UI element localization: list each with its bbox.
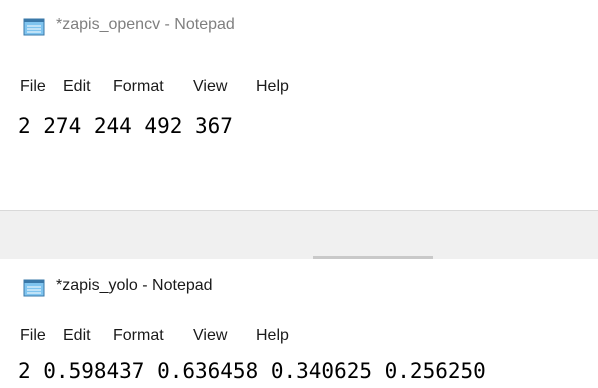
menu-view[interactable]: View bbox=[193, 327, 227, 345]
editor-content[interactable]: 2 0.598437 0.636458 0.340625 0.256250 bbox=[18, 359, 486, 383]
text-editor[interactable]: 2 0.598437 0.636458 0.340625 0.256250 bbox=[0, 357, 598, 388]
menu-format[interactable]: Format bbox=[113, 78, 164, 96]
notepad-window-opencv: *zapis_opencv - Notepad File Edit Format… bbox=[0, 0, 598, 259]
title-bar[interactable]: *zapis_opencv - Notepad bbox=[0, 0, 598, 54]
window-title: *zapis_yolo - Notepad bbox=[56, 277, 213, 294]
menu-bar: File Edit Format View Help bbox=[0, 78, 598, 108]
menu-file[interactable]: File bbox=[20, 327, 46, 345]
menu-view[interactable]: View bbox=[193, 78, 227, 96]
title-bar[interactable]: *zapis_yolo - Notepad bbox=[0, 259, 598, 315]
text-editor[interactable]: 2 274 244 492 367 bbox=[0, 110, 598, 210]
status-bar bbox=[0, 210, 598, 259]
notepad-icon bbox=[23, 18, 45, 36]
menu-help[interactable]: Help bbox=[256, 78, 289, 96]
menu-help[interactable]: Help bbox=[256, 327, 289, 345]
notepad-window-yolo: *zapis_yolo - Notepad File Edit Format V… bbox=[0, 259, 598, 388]
menu-file[interactable]: File bbox=[20, 78, 46, 96]
menu-format[interactable]: Format bbox=[113, 327, 164, 345]
editor-content[interactable]: 2 274 244 492 367 bbox=[18, 114, 233, 138]
menu-edit[interactable]: Edit bbox=[63, 78, 91, 96]
window-title: *zapis_opencv - Notepad bbox=[56, 16, 235, 33]
notepad-icon bbox=[23, 279, 45, 297]
menu-bar: File Edit Format View Help bbox=[0, 327, 598, 357]
menu-edit[interactable]: Edit bbox=[63, 327, 91, 345]
